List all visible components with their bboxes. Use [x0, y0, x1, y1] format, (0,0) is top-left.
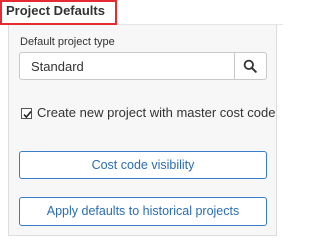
master-cost-code-checkbox[interactable]	[21, 108, 32, 119]
default-project-type-field[interactable]: Standard	[19, 52, 267, 80]
title-highlight-box	[0, 0, 117, 25]
project-type-search-button[interactable]	[235, 53, 266, 79]
apply-defaults-button[interactable]: Apply defaults to historical projects	[19, 197, 267, 226]
project-defaults-frame: Project Defaults Default project type St…	[0, 0, 283, 240]
checkmark-icon	[23, 110, 32, 119]
search-icon	[243, 59, 257, 73]
default-project-type-label: Default project type	[20, 36, 115, 48]
master-cost-code-label[interactable]: Create new project with master cost code	[37, 105, 275, 121]
default-project-type-value: Standard	[31, 59, 84, 74]
cost-code-visibility-button[interactable]: Cost code visibility	[19, 151, 267, 179]
